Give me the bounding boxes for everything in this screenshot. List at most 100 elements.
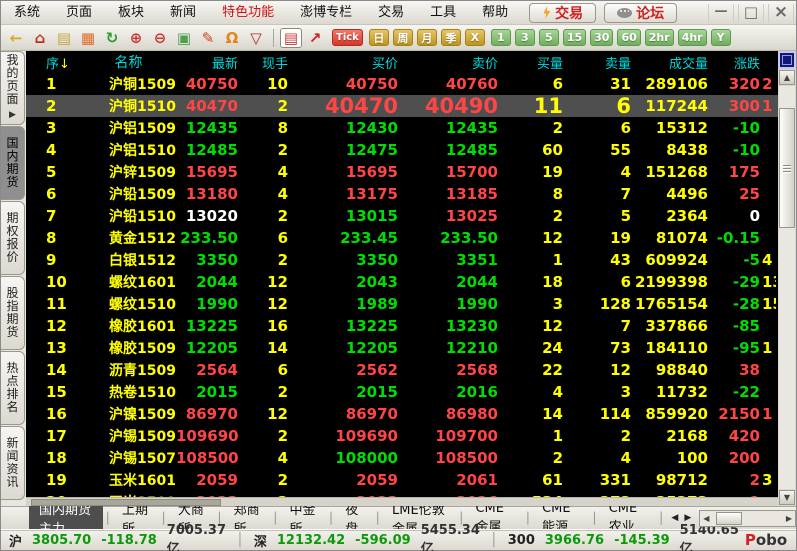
- table-row[interactable]: 2 沪铜1510 40470 2 40470 40490 11 6 117244 300 1: [26, 94, 778, 118]
- memo-icon[interactable]: ▤: [53, 28, 75, 48]
- table-row[interactable]: 5 沪锌1509 15695 4 15695 15700 19 4 151268 175: [26, 161, 778, 183]
- edit-icon[interactable]: ✎: [197, 28, 219, 48]
- tabs-right-icon[interactable]: ▶: [684, 513, 691, 523]
- vertical-scrollbar-thumb[interactable]: [779, 108, 795, 228]
- col-header-bid[interactable]: 买价: [288, 53, 398, 72]
- tab-scrollbar[interactable]: ◀ ▶: [699, 509, 796, 527]
- menu-item[interactable]: 交易: [365, 1, 417, 24]
- period-button-日[interactable]: 日: [368, 29, 389, 46]
- menu-item[interactable]: 页面: [53, 1, 105, 24]
- table-row[interactable]: 6 沪铅1509 13180 4 13175 13185 8 7 4496 25: [26, 183, 778, 205]
- minimize-button[interactable]: —: [708, 3, 734, 22]
- menu-item[interactable]: 板块: [105, 1, 157, 24]
- period-button-4hr[interactable]: 4hr: [677, 29, 707, 46]
- menu-item[interactable]: 系统: [1, 1, 53, 24]
- cell-totalvol: 2199398: [634, 273, 708, 291]
- expand-icon[interactable]: ▶: [9, 109, 16, 122]
- filter-icon[interactable]: ▽: [245, 28, 267, 48]
- zoom-in-icon[interactable]: ⊕: [125, 28, 147, 48]
- bell-icon[interactable]: Ω: [221, 28, 243, 48]
- menu-item[interactable]: 澎博专栏: [287, 1, 365, 24]
- tab-scroll-left-icon[interactable]: ◀: [703, 514, 709, 523]
- col-header-askvol[interactable]: 卖量: [563, 53, 631, 72]
- cell-volume: 12: [267, 405, 288, 423]
- vertical-scrollbar-track[interactable]: [779, 86, 795, 489]
- menu-item[interactable]: 特色功能: [209, 1, 287, 24]
- corner-button[interactable]: [778, 51, 796, 69]
- table-row[interactable]: 8 黄金1512 233.50 6 233.45 233.50 12 19 81074 -0.15: [26, 227, 778, 249]
- table-row[interactable]: 19 玉米1601 2059 2 2059 2061 61 331 98712 2 3: [26, 469, 778, 491]
- vertical-scrollbar[interactable]: ▲ ▼: [778, 51, 796, 506]
- period-button-X[interactable]: X: [464, 29, 485, 46]
- table-row[interactable]: 4 沪铝1510 12485 2 12475 12485 60 55 8438 -10: [26, 139, 778, 161]
- cell-last: 2015: [196, 383, 238, 401]
- sidebar-tab-3[interactable]: 期权报价: [1, 201, 25, 275]
- period-button-月[interactable]: 月: [416, 29, 437, 46]
- table-row[interactable]: 12 橡胶1601 13225 16 13225 13230 12 7 337866 -85: [26, 315, 778, 337]
- table-row[interactable]: 14 沥青1509 2564 6 2562 2568 22 12 98840 38: [26, 359, 778, 381]
- period-button-15[interactable]: 15: [562, 29, 587, 46]
- close-button[interactable]: ×: [768, 3, 794, 22]
- sidebar-tab-1[interactable]: 我的页面 ▶: [1, 51, 25, 125]
- table-row[interactable]: 18 沪锡1507 108500 4 108000 108500 2 4 100 200: [26, 447, 778, 469]
- cell-totalvol: 98840: [655, 361, 708, 379]
- table-row[interactable]: 11 螺纹1510 1990 12 1989 1990 3 1281765154 -2815: [26, 293, 778, 315]
- tabs-left-icon[interactable]: ◀: [671, 513, 678, 523]
- horizontal-scrollbar[interactable]: [26, 497, 778, 507]
- period-button-60[interactable]: 60: [617, 29, 641, 46]
- horizontal-scrollbar-thumb[interactable]: [31, 499, 221, 507]
- col-header-ask[interactable]: 卖价: [398, 53, 498, 72]
- table-row[interactable]: 15 热卷1510 2015 2 2015 2016 4 3 11732 -22: [26, 381, 778, 403]
- period-button-5[interactable]: 5: [538, 29, 559, 46]
- table-row[interactable]: 16 沪镍1509 86970 12 86970 86980 14 114 859920 2150…: [26, 403, 778, 425]
- scroll-up-icon[interactable]: ▲: [779, 70, 795, 85]
- period-button-30[interactable]: 30: [590, 29, 614, 46]
- cell-askvol: 12: [610, 361, 631, 379]
- trade-button[interactable]: 交易: [529, 2, 597, 23]
- cell-totalvol: 98712: [655, 471, 708, 489]
- maximize-button[interactable]: □: [738, 3, 764, 22]
- col-header-seq[interactable]: 序↓: [26, 53, 81, 72]
- table-row[interactable]: 13 橡胶1509 12205 14 12205 12210 24 73 184110 -95 1: [26, 337, 778, 359]
- col-header-change[interactable]: 涨跌: [708, 53, 760, 72]
- col-header-volume[interactable]: 现手: [238, 53, 288, 72]
- sidebar-tab-6[interactable]: 新闻资讯: [1, 426, 25, 500]
- sidebar-tab-4[interactable]: 股指期货: [1, 276, 25, 350]
- quote-table-icon[interactable]: ▤: [280, 27, 302, 48]
- period-button-季[interactable]: 季: [440, 29, 461, 46]
- tick-chart-button[interactable]: Tick: [332, 29, 363, 46]
- scroll-down-icon[interactable]: ▼: [779, 490, 795, 505]
- chart-icon[interactable]: ↗: [304, 28, 326, 48]
- period-button-2hr[interactable]: 2hr: [644, 29, 674, 46]
- refresh-icon[interactable]: ↻: [101, 28, 123, 48]
- tab-scrollbar-thumb[interactable]: [716, 511, 743, 525]
- cell-askvol: 73: [610, 339, 631, 357]
- cell-ask: 233.50: [440, 229, 498, 247]
- period-button-周[interactable]: 周: [392, 29, 413, 46]
- menu-item[interactable]: 新闻: [157, 1, 209, 24]
- col-header-totalvol[interactable]: 成交量: [631, 53, 708, 72]
- col-header-name[interactable]: 名称: [81, 52, 176, 72]
- sidebar-tab-2[interactable]: 国内期货: [1, 126, 25, 200]
- menu-item[interactable]: 帮助: [469, 1, 521, 24]
- zoom-out-icon[interactable]: ⊖: [149, 28, 171, 48]
- table-row[interactable]: 7 沪铅1510 13020 2 13015 13025 2 5 2364 0: [26, 205, 778, 227]
- col-header-bidvol[interactable]: 买量: [498, 53, 563, 72]
- back-icon[interactable]: ←: [5, 28, 27, 48]
- tile-windows-icon[interactable]: ▣: [173, 28, 195, 48]
- table-row[interactable]: 3 沪铝1509 12435 8 12430 12435 2 6 15312 -10: [26, 117, 778, 139]
- table-row[interactable]: 17 沪锡1509 109690 2 109690 109700 1 2 2168 420: [26, 425, 778, 447]
- period-button-3[interactable]: 3: [514, 29, 535, 46]
- period-button-Y[interactable]: Y: [710, 29, 731, 46]
- calendar-icon[interactable]: ▦: [77, 28, 99, 48]
- table-row[interactable]: 10 螺纹1601 2044 12 2043 2044 18 62199398 -2913: [26, 271, 778, 293]
- tab-scroll-right-icon[interactable]: ▶: [786, 514, 792, 523]
- col-header-last[interactable]: 最新: [176, 53, 238, 72]
- table-row[interactable]: 9 白银1512 3350 2 3350 3351 1 43 609924 -5 4: [26, 249, 778, 271]
- sidebar-tab-5[interactable]: 热点排名: [1, 351, 25, 425]
- home-icon[interactable]: ⌂: [29, 28, 51, 48]
- menu-item[interactable]: 工具: [417, 1, 469, 24]
- forum-button[interactable]: 论坛: [604, 2, 678, 23]
- period-button-1[interactable]: 1: [490, 29, 511, 46]
- table-row[interactable]: 1 沪铜1509 40750 10 40750 40760 6 31 289106 320 2: [26, 73, 778, 95]
